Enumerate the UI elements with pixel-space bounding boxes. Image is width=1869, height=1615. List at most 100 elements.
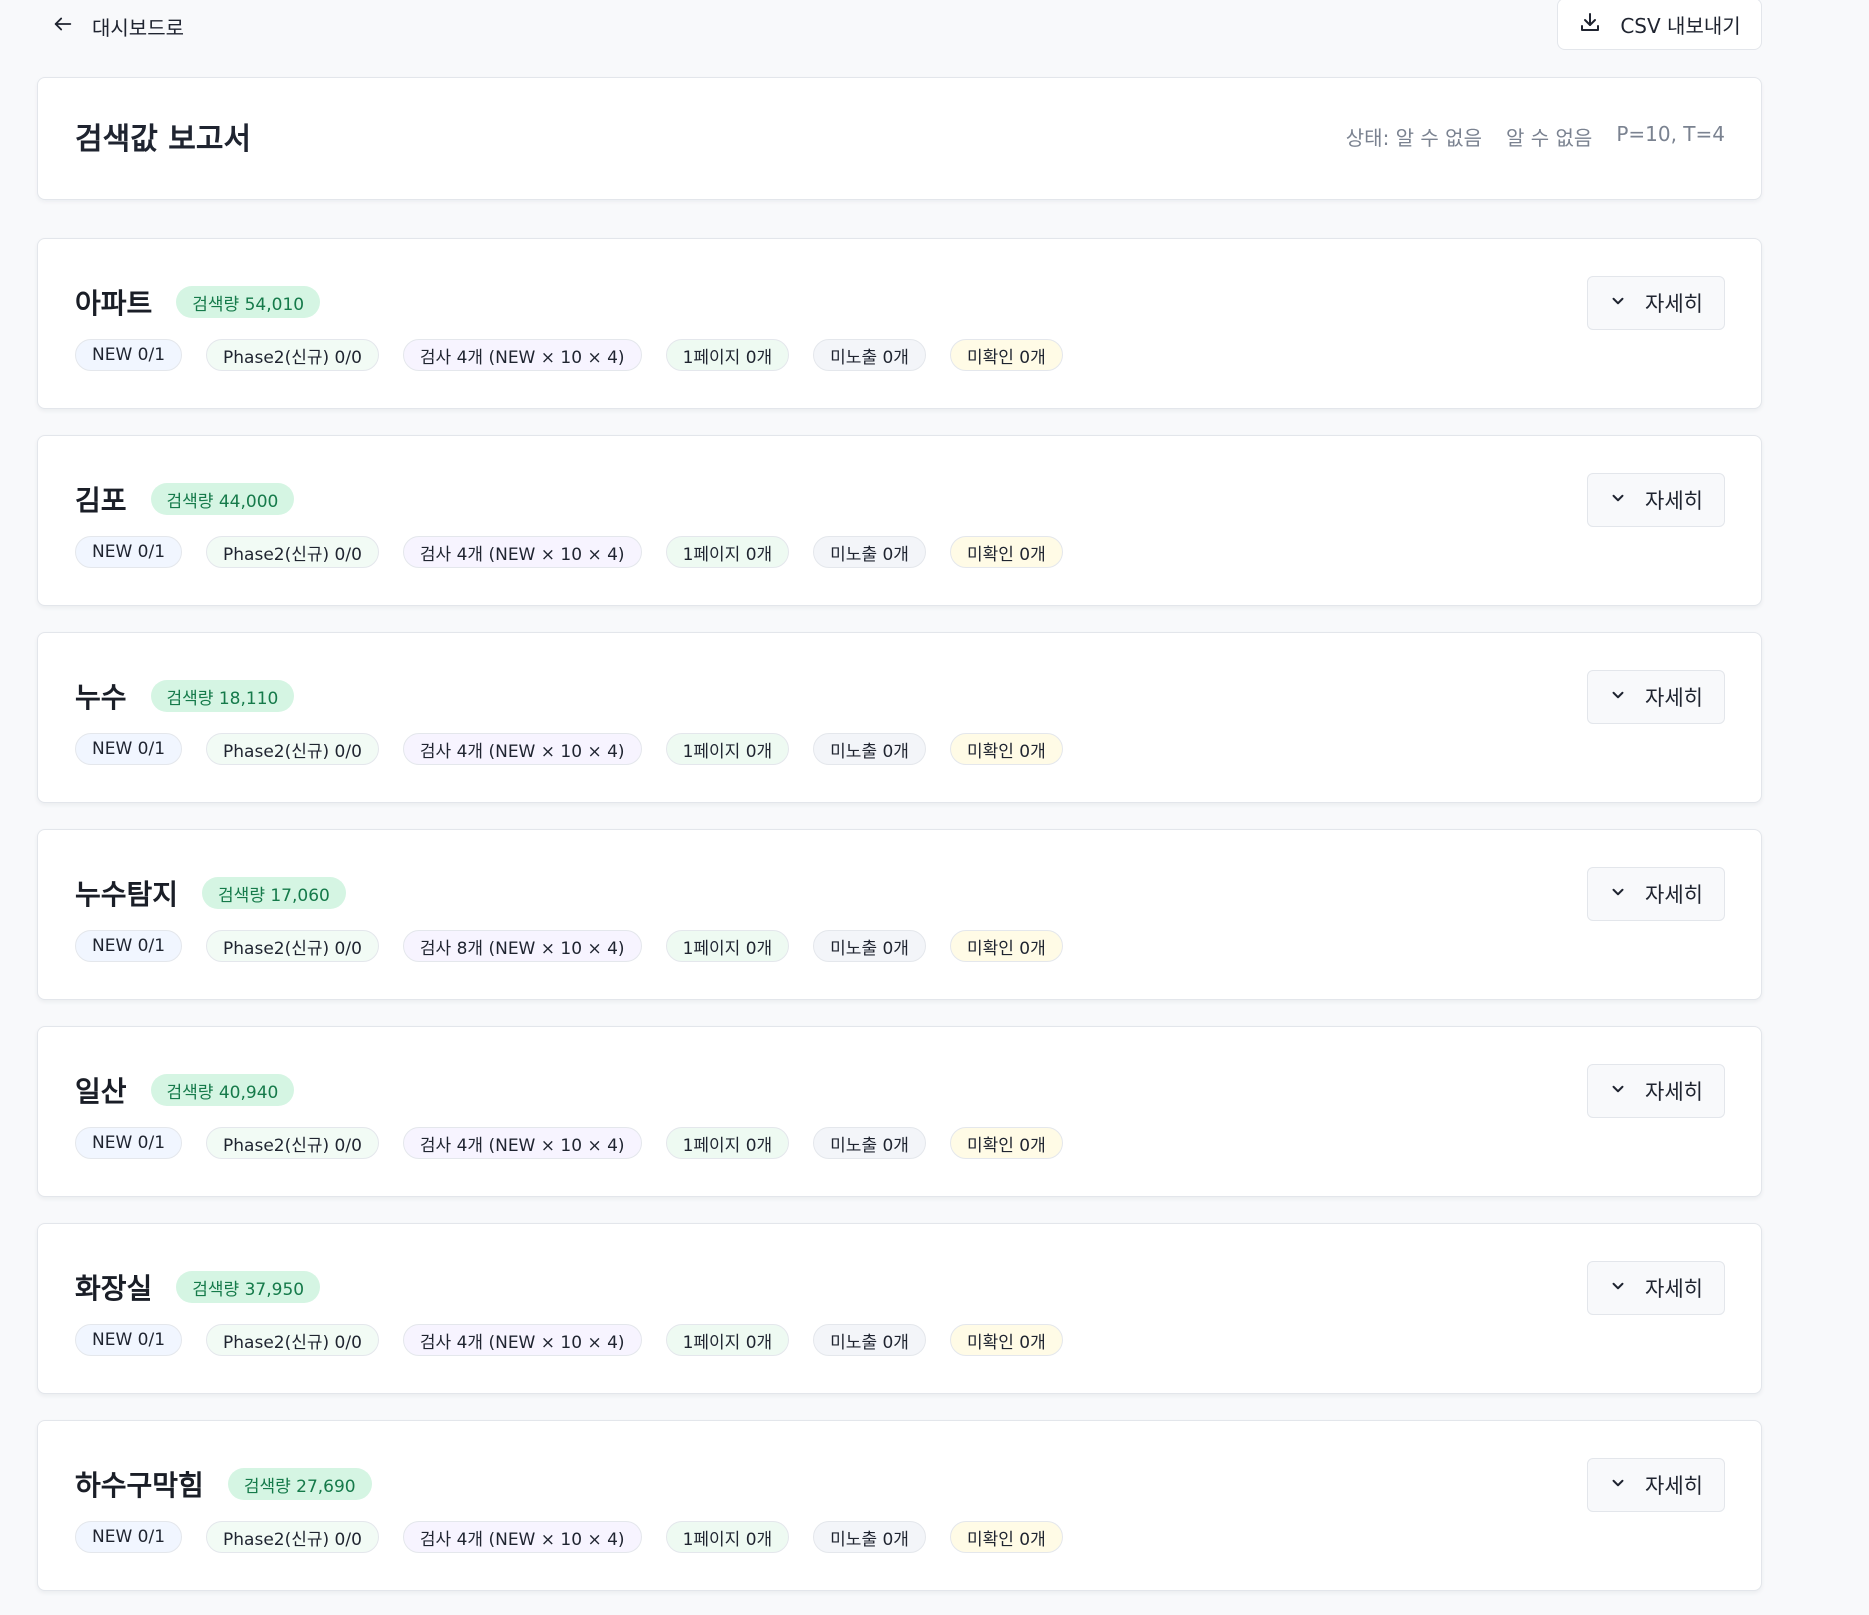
phase2-count-chip: Phase2(신규) 0/0 (206, 536, 379, 568)
chevron-down-icon (1609, 685, 1627, 709)
card-title-row: 일산 검색량 40,940 (75, 1071, 295, 1109)
keyword-name: 아파트 (75, 287, 153, 320)
keyword-name: 일산 (75, 1075, 127, 1108)
keyword-name: 하수구막힘 (75, 1469, 204, 1502)
unconfirmed-count-chip: 미확인 0개 (949, 339, 1063, 371)
details-toggle-button[interactable]: 자세히 (1587, 473, 1725, 527)
arrow-left-icon (52, 13, 74, 40)
check-count-chip: 검사 4개 (NEW × 10 × 4) (402, 536, 642, 568)
csv-export-label: CSV 내보내기 (1620, 13, 1741, 38)
keyword-card: 김포 검색량 44,000 NEW 0/1 Phase2(신규) 0/0 검사 … (37, 435, 1762, 606)
csv-export-button[interactable]: CSV 내보내기 (1557, 0, 1762, 50)
keyword-card: 아파트 검색량 54,010 NEW 0/1 Phase2(신규) 0/0 검사… (37, 238, 1762, 409)
chevron-down-icon (1609, 882, 1627, 906)
page1-count-chip: 1페이지 0개 (665, 1324, 790, 1356)
new-count-chip: NEW 0/1 (75, 536, 183, 568)
report-header: 검색값 보고서 상태: 알 수 없음 알 수 없음 P=10, T=4 (37, 77, 1762, 200)
search-volume-badge: 검색량 37,950 (176, 1271, 321, 1303)
back-to-dashboard-link[interactable]: 대시보드로 (52, 8, 184, 44)
unexposed-count-chip: 미노출 0개 (813, 930, 926, 962)
page1-count-chip: 1페이지 0개 (665, 1127, 790, 1159)
details-label: 자세히 (1645, 686, 1703, 710)
check-count-chip: 검사 4개 (NEW × 10 × 4) (402, 1127, 642, 1159)
phase2-count-chip: Phase2(신규) 0/0 (206, 1127, 379, 1159)
check-count-chip: 검사 4개 (NEW × 10 × 4) (402, 1521, 642, 1553)
keyword-card: 누수탐지 검색량 17,060 NEW 0/1 Phase2(신규) 0/0 검… (37, 829, 1762, 1000)
chevron-down-icon (1609, 291, 1627, 315)
phase2-count-chip: Phase2(신규) 0/0 (206, 1521, 379, 1553)
phase2-count-chip: Phase2(신규) 0/0 (206, 1324, 379, 1356)
unconfirmed-count-chip: 미확인 0개 (949, 1127, 1063, 1159)
keyword-card: 화장실 검색량 37,950 NEW 0/1 Phase2(신규) 0/0 검사… (37, 1223, 1762, 1394)
stats-chip-row: NEW 0/1 Phase2(신규) 0/0 검사 4개 (NEW × 10 ×… (75, 1127, 1063, 1159)
unconfirmed-count-chip: 미확인 0개 (949, 1521, 1063, 1553)
new-count-chip: NEW 0/1 (75, 733, 183, 765)
page1-count-chip: 1페이지 0개 (665, 536, 790, 568)
status-text: 상태: 알 수 없음 (1345, 126, 1482, 150)
page-title: 검색값 보고서 (75, 122, 252, 157)
keyword-card: 일산 검색량 40,940 NEW 0/1 Phase2(신규) 0/0 검사 … (37, 1026, 1762, 1197)
card-title-row: 화장실 검색량 37,950 (75, 1268, 321, 1306)
details-toggle-button[interactable]: 자세히 (1587, 1261, 1725, 1315)
search-volume-badge: 검색량 18,110 (150, 680, 295, 712)
unexposed-count-chip: 미노출 0개 (813, 1521, 926, 1553)
stats-chip-row: NEW 0/1 Phase2(신규) 0/0 검사 4개 (NEW × 10 ×… (75, 339, 1063, 371)
stats-chip-row: NEW 0/1 Phase2(신규) 0/0 검사 4개 (NEW × 10 ×… (75, 536, 1063, 568)
details-label: 자세히 (1645, 489, 1703, 513)
stats-chip-row: NEW 0/1 Phase2(신규) 0/0 검사 4개 (NEW × 10 ×… (75, 733, 1063, 765)
unconfirmed-count-chip: 미확인 0개 (949, 536, 1063, 568)
details-toggle-button[interactable]: 자세히 (1587, 670, 1725, 724)
unconfirmed-count-chip: 미확인 0개 (949, 733, 1063, 765)
keyword-card: 누수 검색량 18,110 NEW 0/1 Phase2(신규) 0/0 검사 … (37, 632, 1762, 803)
details-label: 자세히 (1645, 883, 1703, 907)
chevron-down-icon (1609, 1079, 1627, 1103)
details-label: 자세히 (1645, 1080, 1703, 1104)
chevron-down-icon (1609, 1473, 1627, 1497)
report-meta: 상태: 알 수 없음 알 수 없음 P=10, T=4 (1346, 122, 1725, 151)
phase2-count-chip: Phase2(신규) 0/0 (206, 733, 379, 765)
new-count-chip: NEW 0/1 (75, 1324, 183, 1356)
details-label: 자세히 (1645, 292, 1703, 316)
unexposed-count-chip: 미노출 0개 (813, 733, 926, 765)
phase2-count-chip: Phase2(신규) 0/0 (206, 930, 379, 962)
stats-chip-row: NEW 0/1 Phase2(신규) 0/0 검사 4개 (NEW × 10 ×… (75, 1324, 1063, 1356)
keyword-name: 김포 (75, 484, 127, 517)
check-count-chip: 검사 4개 (NEW × 10 × 4) (402, 1324, 642, 1356)
new-count-chip: NEW 0/1 (75, 930, 183, 962)
unexposed-count-chip: 미노출 0개 (813, 339, 926, 371)
check-count-chip: 검사 4개 (NEW × 10 × 4) (402, 339, 642, 371)
unexposed-count-chip: 미노출 0개 (813, 536, 926, 568)
search-volume-badge: 검색량 17,060 (202, 877, 346, 909)
chevron-down-icon (1609, 1276, 1627, 1300)
keyword-name: 화장실 (75, 1272, 153, 1305)
details-toggle-button[interactable]: 자세히 (1587, 1064, 1725, 1118)
check-count-chip: 검사 4개 (NEW × 10 × 4) (402, 733, 642, 765)
stats-chip-row: NEW 0/1 Phase2(신규) 0/0 검사 8개 (NEW × 10 ×… (75, 930, 1063, 962)
phase2-count-chip: Phase2(신규) 0/0 (206, 339, 379, 371)
card-title-row: 누수 검색량 18,110 (75, 677, 295, 715)
chevron-down-icon (1609, 488, 1627, 512)
unexposed-count-chip: 미노출 0개 (813, 1324, 926, 1356)
details-toggle-button[interactable]: 자세히 (1587, 1458, 1725, 1512)
search-volume-badge: 검색량 40,940 (150, 1074, 295, 1106)
new-count-chip: NEW 0/1 (75, 1521, 183, 1553)
new-count-chip: NEW 0/1 (75, 339, 183, 371)
top-bar: 대시보드로 CSV 내보내기 (0, 0, 1869, 60)
details-toggle-button[interactable]: 자세히 (1587, 867, 1725, 921)
keyword-name: 누수 (75, 681, 127, 714)
keyword-card: 하수구막힘 검색량 27,690 NEW 0/1 Phase2(신규) 0/0 … (37, 1420, 1762, 1591)
status-secondary-text: 알 수 없음 (1505, 126, 1593, 150)
search-volume-badge: 검색량 44,000 (150, 483, 295, 515)
search-volume-badge: 검색량 54,010 (176, 286, 321, 318)
details-toggle-button[interactable]: 자세히 (1587, 276, 1725, 330)
unconfirmed-count-chip: 미확인 0개 (949, 1324, 1063, 1356)
page1-count-chip: 1페이지 0개 (665, 733, 790, 765)
search-volume-badge: 검색량 27,690 (227, 1468, 372, 1500)
check-count-chip: 검사 8개 (NEW × 10 × 4) (402, 930, 642, 962)
back-link-label: 대시보드로 (92, 15, 184, 40)
page1-count-chip: 1페이지 0개 (665, 1521, 790, 1553)
card-title-row: 누수탐지 검색량 17,060 (75, 874, 346, 912)
card-title-row: 아파트 검색량 54,010 (75, 283, 321, 321)
stats-chip-row: NEW 0/1 Phase2(신규) 0/0 검사 4개 (NEW × 10 ×… (75, 1521, 1063, 1553)
card-title-row: 김포 검색량 44,000 (75, 480, 295, 518)
